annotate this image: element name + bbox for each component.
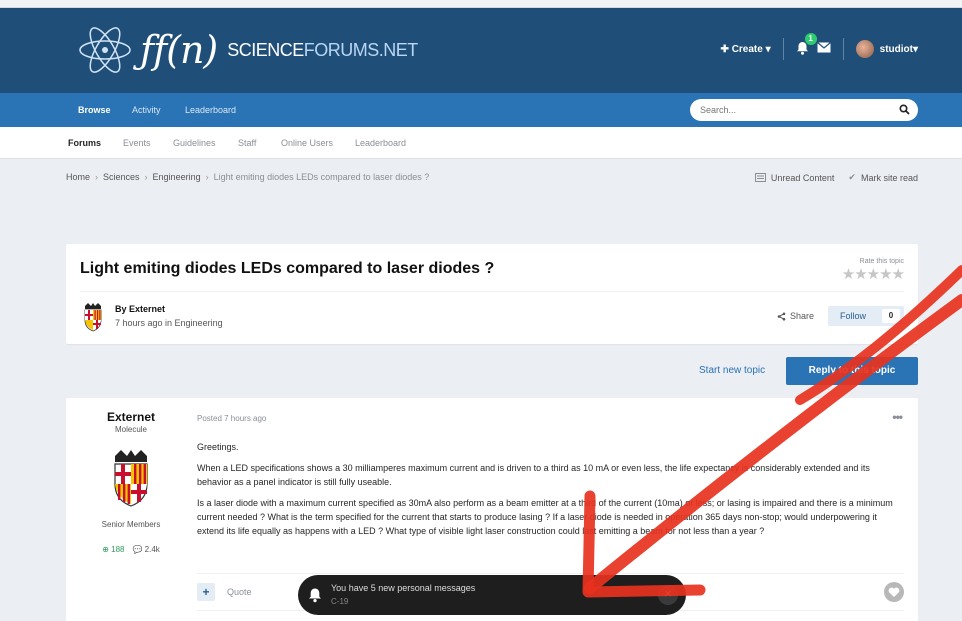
post-options-menu[interactable]: ••• [892,410,903,424]
rating-stars[interactable]: ★★★★★ [842,265,905,283]
user-menu[interactable]: studiot ▾ [855,40,918,58]
divider [197,573,904,574]
post-author-group: Senior Members [101,520,161,529]
breadcrumb: Home › Sciences › Engineering › Light em… [66,172,429,182]
checkmark-icon: ✔ [848,172,856,182]
notification-toast[interactable]: You have 5 new personal messages C-19 ✕ [298,575,686,615]
reputation-stat: ⊕ 188 [102,545,124,554]
post-timestamp[interactable]: Posted 7 hours ago [197,414,266,423]
post-paragraph: Is a laser diode with a maximum current … [197,498,893,536]
follow-label: Follow [840,311,867,321]
breadcrumb-engineering[interactable]: Engineering [153,172,201,182]
subnav-forums[interactable]: Forums [68,127,101,159]
messages-button[interactable] [816,42,831,56]
subnav-events[interactable]: Events [123,127,151,159]
notification-badge: 1 [804,32,817,45]
create-button[interactable]: ✚ Create ▾ [721,44,771,55]
quote-button[interactable]: Quote [227,587,252,597]
unread-icon [754,173,766,182]
toast-subtext: C-19 [331,597,349,606]
divider [80,291,904,292]
start-new-topic-link[interactable]: Start new topic [699,365,765,376]
share-button[interactable]: Share [777,311,814,321]
logo-fn-mark: ƒf(n) [140,28,218,72]
unread-content-link[interactable]: Unread Content [754,172,835,183]
heart-icon [888,587,900,597]
site-header: ƒf(n) SCIENCE FORUMS.NET ✚ Create ▾ 1 stu… [0,8,962,93]
plus-circle-icon: ⊕ [102,545,112,554]
author-avatar-crest[interactable] [82,302,104,332]
primary-navbar: Browse Activity Leaderboard [0,93,962,127]
nav-separator [782,38,784,60]
speech-bubble-icon: 💬 [132,545,145,554]
subnav-staff[interactable]: Staff [238,127,256,159]
react-button[interactable] [884,582,904,602]
reply-to-topic-button[interactable]: Reply to this topic [786,357,918,385]
user-nav: ✚ Create ▾ 1 studiot ▾ [721,32,918,60]
search-icon[interactable] [899,104,910,115]
nav-leaderboard[interactable]: Leaderboard [185,93,236,127]
topic-rating: Rate this topic ★★★★★ [842,258,905,283]
unread-content-label: Unread Content [770,172,835,183]
chevron-right-icon: › [144,172,148,182]
topic-author[interactable]: By Externet [115,304,165,314]
post-body: Greetings. When a LED specifications sho… [197,440,905,545]
username: studiot [879,43,913,55]
site-logo[interactable]: ƒf(n) SCIENCE FORUMS.NET [78,20,418,80]
posts-stat: 💬 2.4k [132,545,159,554]
multiquote-add-button[interactable]: + [197,583,215,601]
post-author-name[interactable]: Externet [66,410,196,424]
search-box [690,99,918,121]
caret-down-icon: ▾ [912,43,918,55]
post-author-rank: Molecule [114,425,147,434]
rate-label: Rate this topic [859,258,904,265]
follow-count: 0 [882,309,900,323]
breadcrumb-home[interactable]: Home [66,172,90,182]
create-label: Create [731,43,763,55]
post-author-panel: Externet Molecule Senior Members ⊕ 188 💬… [66,410,196,554]
follow-button[interactable]: Follow 0 [828,306,904,326]
subnav-leaderboard[interactable]: Leaderboard [355,127,406,159]
mark-site-read-link[interactable]: ✔ Mark site read [848,172,918,183]
breadcrumb-current: Light emiting diodes LEDs compared to la… [213,172,430,182]
atom-logo-icon [79,27,131,73]
user-avatar [855,40,874,58]
envelope-icon [816,42,831,53]
chevron-right-icon: › [95,172,99,182]
search-input[interactable] [700,99,890,121]
breadcrumb-actions: Unread Content ✔ Mark site read [754,172,918,183]
subnav-online-users[interactable]: Online Users [281,127,333,159]
browser-top-strip [0,0,962,8]
nav-browse[interactable]: Browse [78,93,111,127]
post-paragraph: When a LED specifications shows a 30 mil… [197,463,870,487]
nav-separator [842,38,844,60]
subnav-guidelines[interactable]: Guidelines [173,127,216,159]
mark-site-read-label: Mark site read [860,172,918,183]
post-author-stats: ⊕ 188 💬 2.4k [66,545,196,554]
topic-title: Light emiting diodes LEDs compared to la… [80,260,495,277]
topic-header: Light emiting diodes LEDs compared to la… [66,244,918,344]
nav-activity[interactable]: Activity [132,93,161,127]
notifications-button[interactable]: 1 [796,32,817,58]
logo-text-forums: FORUMS.NET [303,39,419,60]
breadcrumb-sciences[interactable]: Sciences [103,172,140,182]
plus-icon: ✚ [720,43,732,55]
close-icon[interactable]: ✕ [658,585,678,605]
toast-message: You have 5 new personal messages [331,583,476,593]
bell-icon [309,588,321,603]
caret-down-icon: ▾ [762,43,771,55]
chevron-right-icon: › [205,172,209,182]
posts-count: 2.4k [144,545,160,554]
secondary-navbar: Forums Events Guidelines Staff Online Us… [0,127,962,159]
logo-text-science: SCIENCE [227,39,304,60]
reputation-count: 188 [111,545,125,554]
post-paragraph: Greetings. [197,442,239,452]
post-author-avatar-crest[interactable] [108,448,154,508]
topic-posted-meta: 7 hours ago in Engineering [115,318,223,328]
share-label: Share [789,311,814,321]
share-icon [777,312,786,320]
